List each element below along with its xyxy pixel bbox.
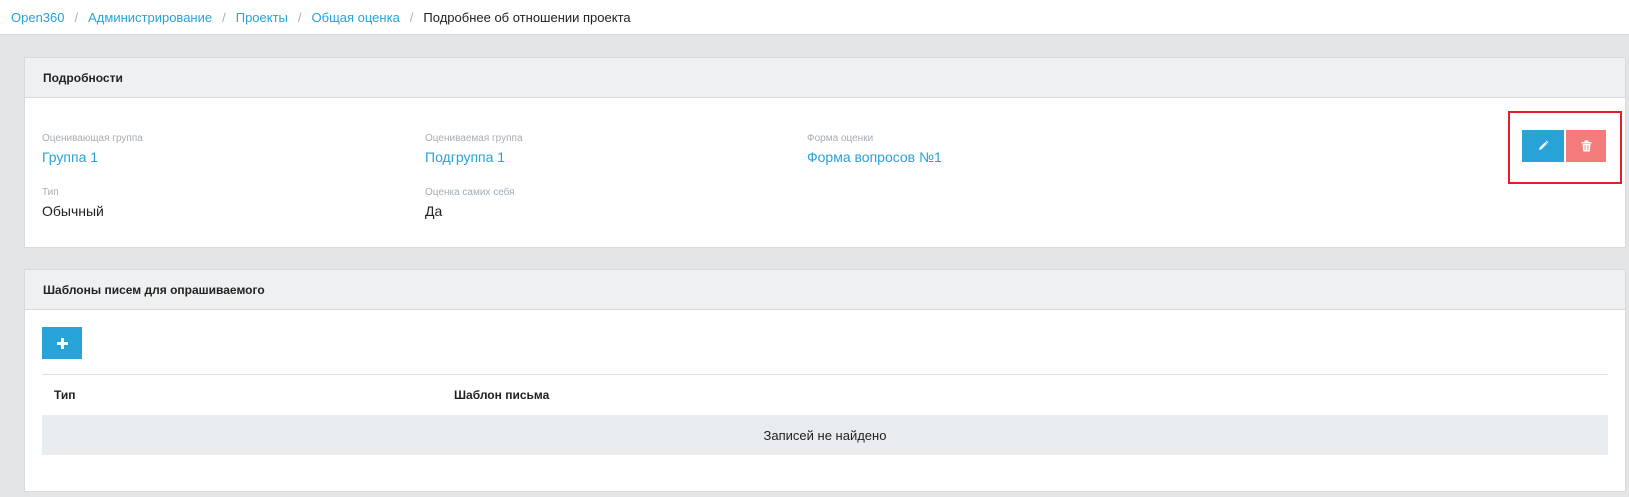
templates-table: Тип Шаблон письма Записей не найдено — [42, 374, 1608, 455]
self-assessment-field: Оценка самих себя Да — [425, 187, 515, 219]
evaluating-group-label: Оценивающая группа — [42, 133, 143, 144]
evaluating-group-link[interactable]: Группа 1 — [42, 149, 143, 165]
plus-icon — [56, 337, 68, 349]
breadcrumb-link-open360[interactable]: Open360 — [11, 10, 65, 25]
evaluated-group-link[interactable]: Подгруппа 1 — [425, 149, 523, 165]
evaluated-group-label: Оцениваемая группа — [425, 133, 523, 144]
breadcrumb: Open360 / Администрирование / Проекты / … — [0, 0, 1629, 35]
breadcrumb-current: Подробнее об отношении проекта — [423, 9, 631, 25]
delete-button[interactable] — [1566, 130, 1606, 162]
evaluating-group-field: Оценивающая группа Группа 1 — [42, 133, 143, 165]
templates-panel-title: Шаблоны писем для опрашиваемого — [25, 270, 1625, 310]
details-panel: Подробности Оценивающая группа Группа 1 … — [24, 57, 1626, 248]
breadcrumb-separator: / — [74, 9, 79, 25]
add-template-button[interactable] — [42, 327, 82, 359]
column-header-type: Тип — [54, 388, 76, 402]
breadcrumb-separator: / — [409, 9, 414, 25]
assessment-form-field: Форма оценки Форма вопросов №1 — [807, 133, 942, 165]
templates-panel: Шаблоны писем для опрашиваемого Тип Шабл… — [24, 269, 1626, 492]
assessment-form-link[interactable]: Форма вопросов №1 — [807, 149, 942, 165]
breadcrumb-link-projects[interactable]: Проекты — [236, 10, 288, 25]
self-assessment-label: Оценка самих себя — [425, 187, 515, 198]
type-field: Тип Обычный — [42, 187, 104, 219]
table-header-row: Тип Шаблон письма — [42, 375, 1608, 415]
column-header-template: Шаблон письма — [454, 388, 550, 402]
assessment-form-label: Форма оценки — [807, 133, 874, 144]
evaluated-group-field: Оцениваемая группа Подгруппа 1 — [425, 133, 523, 165]
edit-button[interactable] — [1522, 130, 1564, 162]
trash-icon — [1581, 140, 1591, 152]
breadcrumb-link-general-assessment[interactable]: Общая оценка — [312, 10, 400, 25]
breadcrumb-link-administration[interactable]: Администрирование — [88, 10, 212, 25]
pencil-icon — [1539, 140, 1549, 150]
type-value: Обычный — [42, 203, 104, 219]
breadcrumb-separator: / — [297, 9, 302, 25]
self-assessment-value: Да — [425, 203, 443, 219]
type-label: Тип — [42, 187, 59, 198]
breadcrumb-separator: / — [222, 9, 226, 25]
details-panel-title: Подробности — [25, 58, 1625, 98]
empty-table-message: Записей не найдено — [42, 415, 1608, 455]
